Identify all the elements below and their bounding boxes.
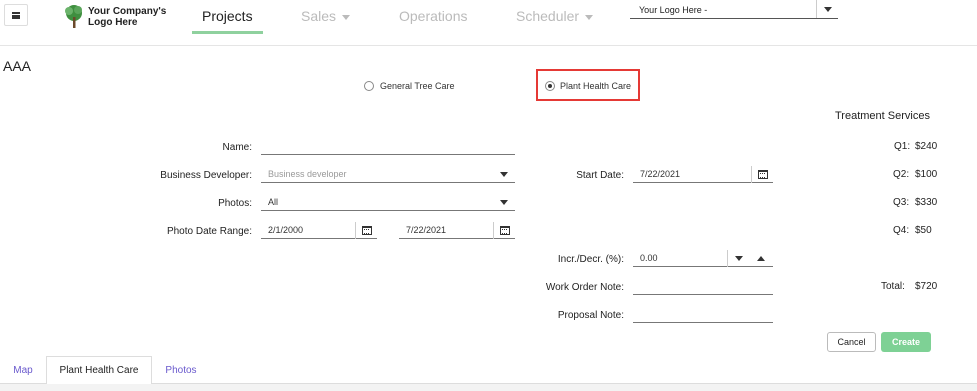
incr-decr-spinner [727, 250, 772, 267]
cancel-button[interactable]: Cancel [827, 332, 876, 352]
photos-label: Photos: [218, 198, 252, 209]
service-q3-value: $330 [915, 197, 938, 208]
active-tab-indicator [192, 31, 263, 34]
calendar-icon [361, 226, 372, 235]
chevron-down-icon [585, 14, 594, 20]
service-q3-label: Q3: [893, 197, 910, 208]
nav-tab-label: Operations [399, 8, 468, 24]
radio-general-tree-care[interactable] [364, 81, 374, 91]
nav-tab-scheduler[interactable]: Scheduler [516, 8, 594, 24]
name-label: Name: [222, 142, 252, 153]
logo-select-toggle[interactable] [816, 0, 838, 18]
work-order-note-label: Work Order Note: [545, 282, 624, 293]
proposal-note-field[interactable] [633, 306, 773, 323]
service-q2-label: Q2: [893, 169, 910, 180]
calendar-icon [499, 226, 510, 235]
total-value: $720 [915, 281, 938, 292]
start-date-value: 7/22/2021 [640, 169, 681, 179]
tree-logo-icon [65, 5, 82, 28]
create-button[interactable]: Create [881, 332, 931, 352]
photo-date-range-label: Photo Date Range: [166, 226, 252, 237]
business-developer-label: Business Developer: [160, 170, 252, 181]
hamburger-icon [12, 11, 20, 19]
menu-button[interactable] [4, 4, 28, 26]
photos-select[interactable]: All [261, 194, 515, 211]
service-q2-value: $100 [915, 169, 938, 180]
tab-map[interactable]: Map [6, 356, 40, 384]
logo-line-2: Logo Here [88, 17, 138, 28]
tab-plant-health-care[interactable]: Plant Health Care [46, 356, 152, 384]
tab-content-area [0, 384, 977, 391]
nav-tab-projects[interactable]: Projects [202, 8, 253, 24]
decrement-icon[interactable] [735, 256, 743, 261]
tab-photos[interactable]: Photos [158, 356, 204, 384]
nav-tab-label: Scheduler [516, 8, 580, 24]
chevron-down-icon [500, 172, 508, 177]
work-order-note-field[interactable] [633, 278, 773, 295]
photo-date-from-value: 2/1/2000 [268, 225, 304, 235]
nav-tab-sales[interactable]: Sales [301, 8, 351, 24]
business-developer-select[interactable]: Business developer [261, 166, 515, 183]
business-developer-placeholder: Business developer [268, 169, 347, 179]
photo-date-from-calendar-button[interactable] [355, 222, 377, 239]
logo-select-value: Your Logo Here - [639, 5, 708, 15]
logo-line-1: Your Company's [88, 6, 167, 17]
increment-icon[interactable] [757, 256, 765, 261]
calendar-icon [757, 170, 768, 179]
top-navigation-bar: Your Company's Logo Here Projects Sales … [0, 0, 977, 46]
service-q4-value: $50 [915, 225, 932, 236]
logo-select[interactable]: Your Logo Here - [630, 0, 838, 19]
photo-date-to-value: 7/22/2021 [406, 225, 447, 235]
chevron-down-icon [823, 6, 832, 12]
page-title: AAA [3, 58, 32, 74]
service-q4-label: Q4: [893, 225, 910, 236]
photo-date-to-calendar-button[interactable] [493, 222, 515, 239]
company-logo-text: Your Company's Logo Here [88, 6, 166, 28]
start-date-label: Start Date: [576, 170, 624, 181]
service-q1-label: Q1: [894, 141, 911, 152]
name-field[interactable] [261, 138, 515, 155]
nav-tab-label: Projects [202, 8, 253, 24]
photos-value: All [268, 197, 279, 207]
incr-decr-value: 0.00 [640, 253, 658, 263]
proposal-note-label: Proposal Note: [557, 310, 624, 321]
start-date-calendar-button[interactable] [751, 166, 773, 183]
service-q1-value: $240 [915, 141, 938, 152]
treatment-services-title: Treatment Services [835, 110, 930, 122]
radio-label-general-tree-care[interactable]: General Tree Care [380, 81, 455, 91]
radio-plant-health-care[interactable] [545, 81, 555, 91]
nav-tab-label: Sales [301, 8, 337, 24]
radio-label-plant-health-care[interactable]: Plant Health Care [560, 81, 631, 91]
incr-decr-label: Incr./Decr. (%): [557, 254, 624, 265]
total-label: Total: [881, 281, 905, 292]
chevron-down-icon [500, 200, 508, 205]
nav-tab-operations[interactable]: Operations [399, 8, 467, 24]
chevron-down-icon [342, 14, 351, 20]
